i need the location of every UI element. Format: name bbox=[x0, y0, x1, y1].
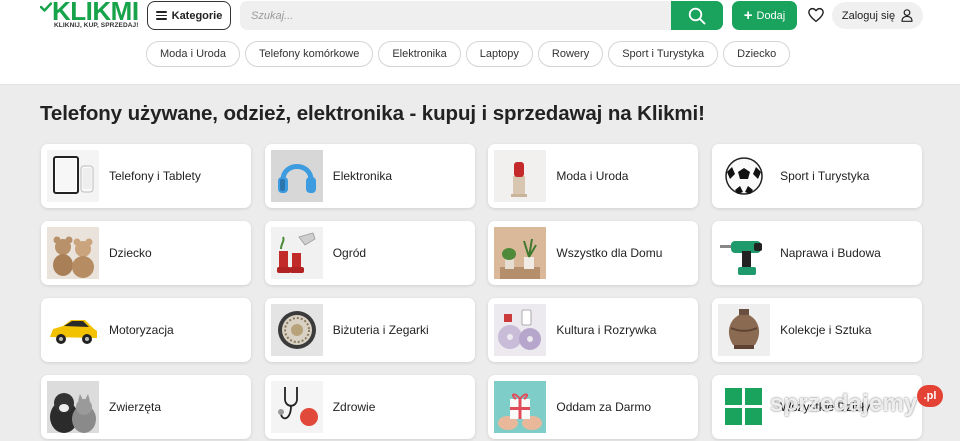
heart-icon[interactable] bbox=[807, 6, 825, 24]
plus-icon: + bbox=[743, 6, 753, 24]
category-label: Dziecko bbox=[109, 246, 152, 260]
category-card-ogrod[interactable]: Ogród bbox=[264, 221, 475, 285]
category-card-motoryzacja[interactable]: Motoryzacja bbox=[41, 298, 251, 362]
search-input[interactable] bbox=[240, 1, 671, 30]
login-button[interactable]: Zaloguj się bbox=[832, 2, 923, 29]
category-card-sport-i-turystyka[interactable]: Sport i Turystyka bbox=[712, 144, 923, 208]
search-bar bbox=[240, 1, 723, 30]
chip-moda-i-uroda[interactable]: Moda i Uroda bbox=[146, 41, 241, 67]
all-categories-image bbox=[718, 381, 771, 433]
gift-image bbox=[494, 381, 547, 433]
category-label: Sport i Turystyka bbox=[780, 169, 870, 183]
watermark-badge: .pl bbox=[917, 385, 943, 407]
user-icon bbox=[901, 9, 913, 22]
category-card-elektronika[interactable]: Elektronika bbox=[264, 144, 475, 208]
phones-tablets-image bbox=[47, 150, 99, 202]
category-label: Telefony i Tablety bbox=[109, 169, 201, 183]
category-card-dziecko[interactable]: Dziecko bbox=[41, 221, 251, 285]
category-card-zwierzeta[interactable]: Zwierzęta bbox=[41, 375, 251, 439]
categories-button-label: Kategorie bbox=[171, 9, 223, 22]
category-label: Naprawa i Budowa bbox=[780, 246, 881, 260]
clay-vase-image bbox=[718, 304, 771, 356]
page-headline: Telefony używane, odzież, elektronika - … bbox=[40, 102, 705, 125]
chip-rowery[interactable]: Rowery bbox=[537, 41, 604, 67]
chip-dziecko[interactable]: Dziecko bbox=[723, 41, 791, 67]
category-card-oddam-za-darmo[interactable]: Oddam za Darmo bbox=[488, 375, 699, 439]
cds-image bbox=[494, 304, 547, 356]
top-bar: KLIKMI KLIKNIJ, KUP, SPRZEDAJ! Kategorie… bbox=[0, 0, 960, 85]
category-label: Kolekcje i Sztuka bbox=[780, 323, 872, 337]
yellow-car-image bbox=[47, 304, 99, 356]
checkmark-icon bbox=[40, 2, 52, 12]
chip-sport-i-turystyka[interactable]: Sport i Turystyka bbox=[608, 41, 719, 67]
add-listing-button[interactable]: + Dodaj bbox=[732, 1, 797, 30]
category-card-wszystko-dla-domu[interactable]: Wszystko dla Domu bbox=[488, 221, 699, 285]
cat-dog-image bbox=[47, 381, 99, 433]
category-card-zdrowie[interactable]: Zdrowie bbox=[264, 375, 475, 439]
chip-telefony-komorkowe[interactable]: Telefony komórkowe bbox=[245, 41, 374, 67]
search-button[interactable] bbox=[671, 1, 723, 30]
teddy-bears-image bbox=[47, 227, 99, 279]
lipstick-image bbox=[494, 150, 547, 202]
klikmi-logo[interactable]: KLIKMI KLIKNIJ, KUP, SPRZEDAJ! bbox=[40, 0, 140, 32]
menu-icon bbox=[155, 11, 167, 20]
power-drill-image bbox=[718, 227, 771, 279]
category-card-naprawa-i-budowa[interactable]: Naprawa i Budowa bbox=[712, 221, 923, 285]
category-label: Ogród bbox=[332, 246, 367, 260]
category-label: Zwierzęta bbox=[109, 400, 162, 414]
category-label: Moda i Uroda bbox=[556, 169, 629, 183]
search-icon bbox=[688, 7, 706, 24]
quick-category-chips: Moda i Uroda Telefony komórkowe Elektron… bbox=[146, 41, 791, 67]
chip-laptopy[interactable]: Laptopy bbox=[465, 41, 533, 67]
stethoscope-image bbox=[270, 381, 323, 433]
add-listing-label: Dodaj bbox=[756, 9, 786, 22]
houseplants-image bbox=[494, 227, 547, 279]
category-card-kultura-i-rozrywka[interactable]: Kultura i Rozrywka bbox=[488, 298, 699, 362]
chip-elektronika[interactable]: Elektronika bbox=[378, 41, 461, 67]
category-label: Zdrowie bbox=[332, 400, 376, 414]
category-card-telefony-i-tablety[interactable]: Telefony i Tablety bbox=[41, 144, 251, 208]
category-card-bizuteria-i-zegarki[interactable]: Biżuteria i Zegarki bbox=[264, 298, 475, 362]
headphones-image bbox=[270, 150, 323, 202]
watch-image bbox=[270, 304, 323, 356]
category-label: Biżuteria i Zegarki bbox=[332, 323, 429, 337]
football-image bbox=[718, 150, 771, 202]
category-label: Wszystko dla Domu bbox=[556, 246, 663, 260]
category-label: Kultura i Rozrywka bbox=[556, 323, 657, 337]
categories-button[interactable]: Kategorie bbox=[147, 1, 231, 30]
category-card-kolekcje-i-sztuka[interactable]: Kolekcje i Sztuka bbox=[712, 298, 923, 362]
garden-boots-image bbox=[270, 227, 323, 279]
logo-tagline: KLIKNIJ, KUP, SPRZEDAJ! bbox=[54, 22, 139, 29]
login-label: Zaloguj się bbox=[841, 9, 896, 22]
watermark-text: sprzedajemy bbox=[770, 390, 918, 417]
category-label: Oddam za Darmo bbox=[556, 400, 652, 414]
category-label: Elektronika bbox=[332, 169, 393, 183]
category-label: Motoryzacja bbox=[109, 323, 174, 337]
category-card-moda-i-uroda[interactable]: Moda i Uroda bbox=[488, 144, 699, 208]
